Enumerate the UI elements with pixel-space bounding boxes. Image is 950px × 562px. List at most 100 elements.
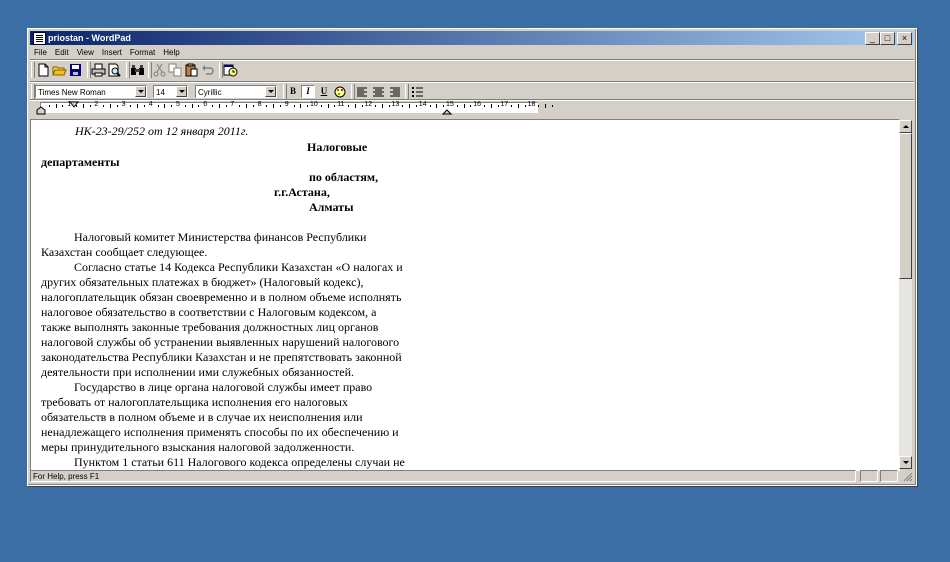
document-area[interactable]: НК-23-29/252 от 12 января 2011г. Налогов… [30, 119, 900, 471]
right-indent-marker-icon[interactable] [442, 105, 452, 115]
undo-button[interactable] [200, 63, 215, 77]
scroll-thumb[interactable] [899, 133, 912, 279]
ruler-tick [184, 105, 186, 107]
ruler-tick [280, 105, 281, 107]
ruler-tick [416, 105, 417, 107]
ruler-tick [218, 104, 220, 108]
undo-icon [202, 65, 214, 75]
ruler-tick [470, 105, 472, 107]
minimize-button[interactable]: _ [865, 32, 880, 45]
menu-help[interactable]: Help [159, 46, 183, 58]
ruler-number: 5 [176, 101, 180, 108]
body-line: также выполнять законные требования долж… [41, 320, 379, 334]
status-text: For Help, press F1 [30, 470, 856, 482]
ruler-number: 18 [527, 101, 536, 108]
status-panel [860, 470, 878, 482]
menu-edit[interactable]: Edit [51, 46, 73, 58]
menu-format[interactable]: Format [126, 46, 159, 58]
caption-buttons: _ □ × [865, 32, 912, 45]
address-line: г.г.Астана, [274, 185, 330, 199]
copy-icon [168, 63, 182, 77]
underline-button[interactable]: U [317, 85, 331, 98]
status-bar: For Help, press F1 [30, 470, 914, 483]
new-button[interactable] [36, 63, 51, 77]
copy-button[interactable] [168, 63, 183, 77]
body-line: ненадлежащего исполнения применять спосо… [41, 425, 399, 439]
ruler-tick [348, 105, 349, 107]
bullets-icon [412, 87, 423, 97]
open-folder-icon [52, 66, 67, 76]
wordpad-app-icon[interactable] [33, 32, 46, 45]
ruler-tick [191, 104, 193, 108]
vertical-scrollbar[interactable] [899, 120, 912, 469]
script-combo[interactable]: Cyrillic [195, 85, 277, 98]
ruler-tick [62, 105, 64, 107]
ruler-number: 2 [94, 101, 99, 108]
ruler-tick [164, 104, 166, 108]
ruler-tick [354, 104, 356, 108]
ruler-tick [402, 105, 404, 107]
ruler-tick [552, 105, 553, 107]
ruler-number: 10 [310, 101, 318, 108]
align-right-button[interactable] [387, 85, 402, 99]
address-line: Алматы [309, 200, 354, 214]
save-button[interactable] [68, 63, 83, 77]
font-name-value: Times New Roman [38, 88, 106, 97]
ruler-tick [538, 105, 540, 107]
chevron-down-icon[interactable] [135, 86, 146, 97]
font-size-value: 14 [156, 88, 165, 97]
paste-button[interactable] [184, 63, 199, 77]
title-bar[interactable]: priostan - WordPad _ □ × [30, 31, 914, 45]
ruler[interactable]: 1 2 3 4 5 6 7 8 9 10 11 12 13 14 15 16 17 18 [30, 101, 914, 115]
print-preview-button[interactable] [107, 63, 122, 77]
reference-line: НК-23-29/252 от 12 января 2011г. [75, 124, 249, 138]
ruler-number: 11 [337, 101, 345, 108]
menu-view[interactable]: View [73, 46, 98, 58]
ruler-tick [518, 104, 519, 108]
close-button[interactable]: × [897, 32, 912, 45]
ruler-number: 14 [418, 101, 427, 108]
toolbar-grip[interactable] [31, 62, 35, 78]
ruler-number: 6 [203, 101, 208, 108]
left-indent-marker-icon[interactable] [36, 101, 46, 115]
print-button[interactable] [91, 63, 106, 77]
ruler-tick [246, 104, 247, 108]
chevron-down-icon[interactable] [176, 86, 187, 97]
cut-button[interactable] [152, 63, 167, 77]
align-center-button[interactable] [371, 85, 386, 99]
open-button[interactable] [52, 63, 67, 77]
body-line: других обязательных платежах в бюджет» (… [41, 275, 364, 289]
ruler-tick [334, 105, 336, 107]
body-line: Согласно статье 14 Кодекса Республики Ка… [74, 260, 403, 274]
print-icon [91, 63, 106, 77]
menu-insert[interactable]: Insert [98, 46, 126, 58]
insert-datetime-button[interactable] [223, 63, 238, 77]
first-line-indent-marker-icon[interactable] [69, 101, 79, 109]
body-line: налогоплательщик обязан своевременно и в… [41, 290, 402, 304]
paste-icon [185, 63, 198, 77]
body-line: налоговое обязательство в соответствии с… [41, 305, 377, 319]
ruler-tick [48, 105, 50, 107]
ruler-tick [198, 105, 200, 107]
ruler-number: 13 [391, 101, 400, 108]
ruler-tick [497, 105, 499, 107]
font-size-combo[interactable]: 14 [153, 85, 188, 98]
chevron-down-icon[interactable] [265, 86, 276, 97]
align-left-button[interactable] [355, 85, 370, 99]
scroll-down-button[interactable] [899, 456, 912, 469]
new-document-icon [38, 63, 49, 77]
font-name-combo[interactable]: Times New Roman [35, 85, 147, 98]
find-button[interactable] [130, 63, 145, 77]
body-line: законодательства Республики Казахстан и … [41, 350, 402, 364]
minimize-icon: _ [869, 33, 875, 43]
bullets-button[interactable] [410, 85, 425, 99]
maximize-button[interactable]: □ [880, 32, 895, 45]
menu-file[interactable]: File [30, 46, 51, 58]
bold-button[interactable]: B [286, 85, 300, 98]
color-button[interactable] [333, 85, 348, 99]
italic-button[interactable]: I [301, 85, 315, 98]
document-text[interactable]: НК-23-29/252 от 12 января 2011г. Налогов… [41, 124, 461, 470]
ruler-tick [89, 105, 91, 107]
resize-grip-icon[interactable] [902, 471, 913, 482]
scroll-up-button[interactable] [899, 120, 912, 133]
